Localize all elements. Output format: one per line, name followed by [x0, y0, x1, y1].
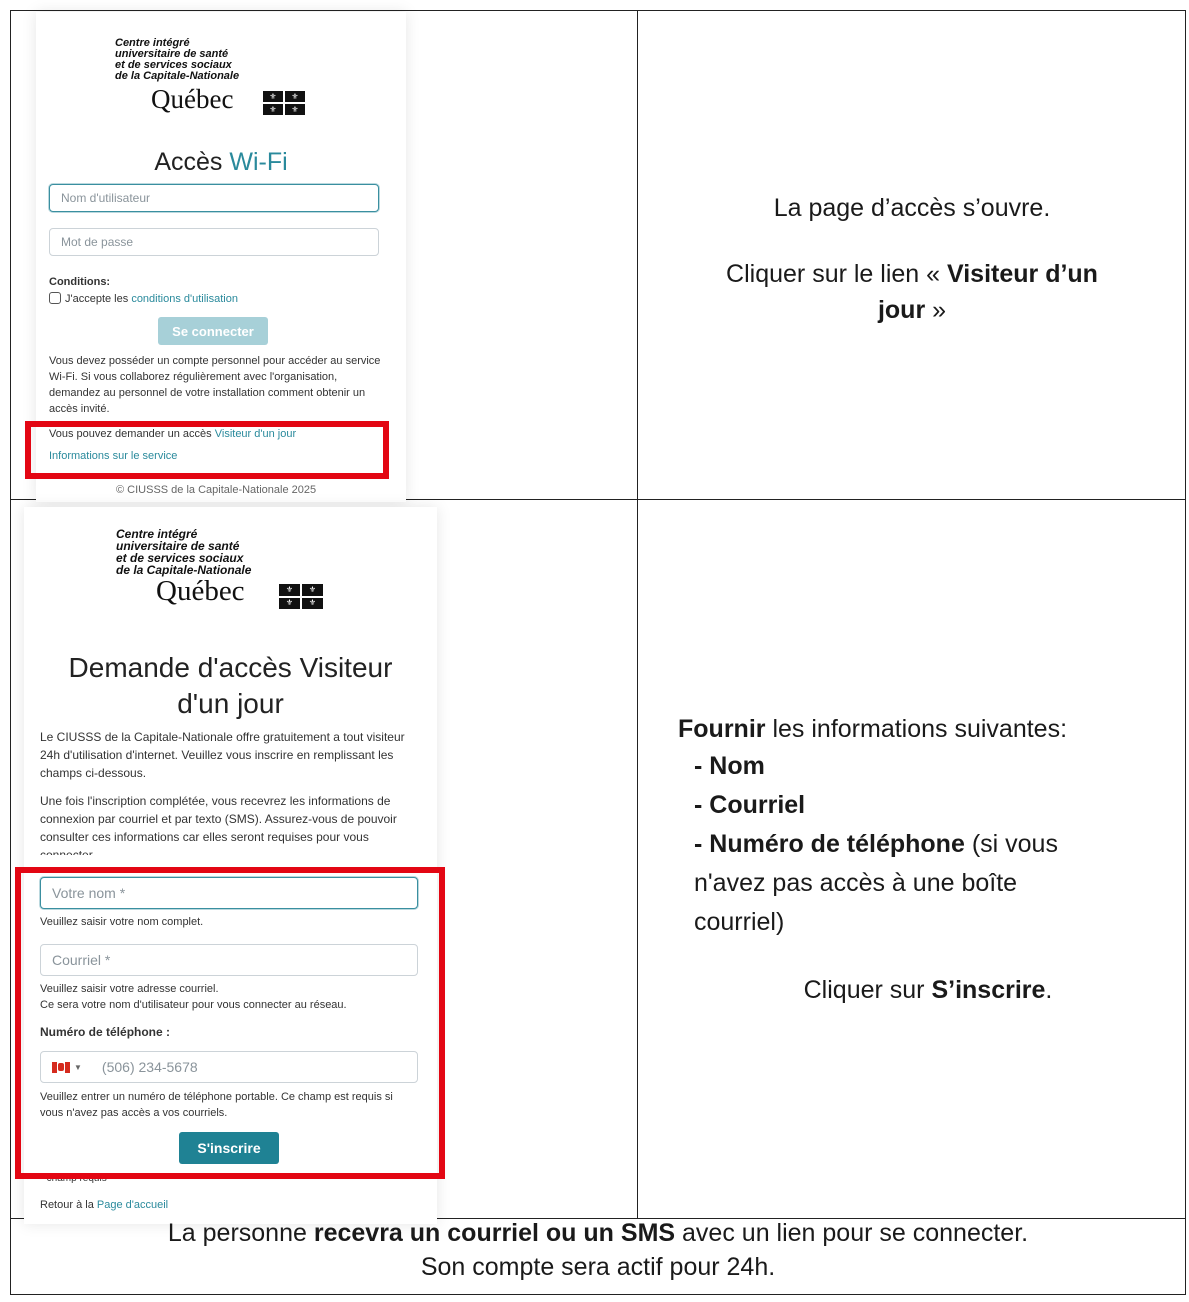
footer-note: La personne recevra un courriel ou un SM… [10, 1216, 1186, 1284]
username-input[interactable]: Nom d'utilisateur [49, 184, 379, 212]
accept-conditions-row: J'accepte les conditions d'utilisation [49, 291, 238, 307]
footer-line: La personne recevra un courriel ou un SM… [167, 1219, 1029, 1247]
quebec-flag-icon: ⚜ ⚜ ⚜ ⚜ [263, 91, 305, 115]
instruction-line: La page d’accès s’ouvre. [773, 194, 1051, 222]
instruction-step-2: Fournir les informations suivantes: - No… [678, 711, 1178, 1008]
conditions-label: Conditions: [49, 276, 111, 288]
footer-line: Son compte sera actif pour 24h. [420, 1253, 776, 1281]
intro-paragraph: Le CIUSSS de la Capitale-Nationale offre… [40, 730, 405, 780]
instruction-line: Cliquer sur le lien « Visiteur d’un [726, 260, 1098, 288]
info-paragraph: Une fois l'inscription complétée, vous r… [40, 794, 397, 855]
conditions-link[interactable]: conditions d'utilisation [131, 293, 238, 305]
org-line: de la Capitale-Nationale [115, 70, 240, 82]
highlight-registration-form [15, 867, 445, 1179]
home-page-link[interactable]: Page d'accueil [97, 1199, 168, 1211]
info-paragraph: Vous devez posséder un compte personnel … [49, 355, 381, 415]
instruction-list: - Nom - Courriel - Numéro de téléphone (… [678, 747, 1178, 942]
copyright-footer: © CIUSSS de la Capitale-Nationale 2025 [116, 484, 317, 496]
back-home-row: Retour à la Page d'accueil [40, 1199, 169, 1211]
list-item: - Nom [694, 752, 765, 780]
instruction-line: Cliquer sur S’inscrire. [803, 976, 1053, 1004]
accept-checkbox[interactable] [49, 292, 61, 304]
password-input[interactable]: Mot de passe [49, 228, 379, 256]
instruction-step-1: La page d’accès s’ouvre. Cliquer sur le … [638, 190, 1186, 328]
connect-button[interactable]: Se connecter [158, 317, 268, 345]
list-item: - Courriel [694, 791, 806, 819]
quebec-wordmark: Québec [156, 575, 245, 607]
highlight-visitor-link [25, 421, 389, 479]
list-item: - Numéro de téléphone (si vous [694, 830, 1058, 858]
page-title: Demande d'accès Visiteur d'un jour [68, 652, 393, 719]
page-title: Accès Wi-Fi [154, 148, 288, 176]
instruction-line: jour » [877, 296, 947, 324]
instruction-line: Fournir les informations suivantes: [678, 715, 1068, 743]
quebec-flag-icon: ⚜ ⚜ ⚜ ⚜ [279, 584, 323, 609]
quebec-wordmark: Québec [151, 84, 234, 114]
